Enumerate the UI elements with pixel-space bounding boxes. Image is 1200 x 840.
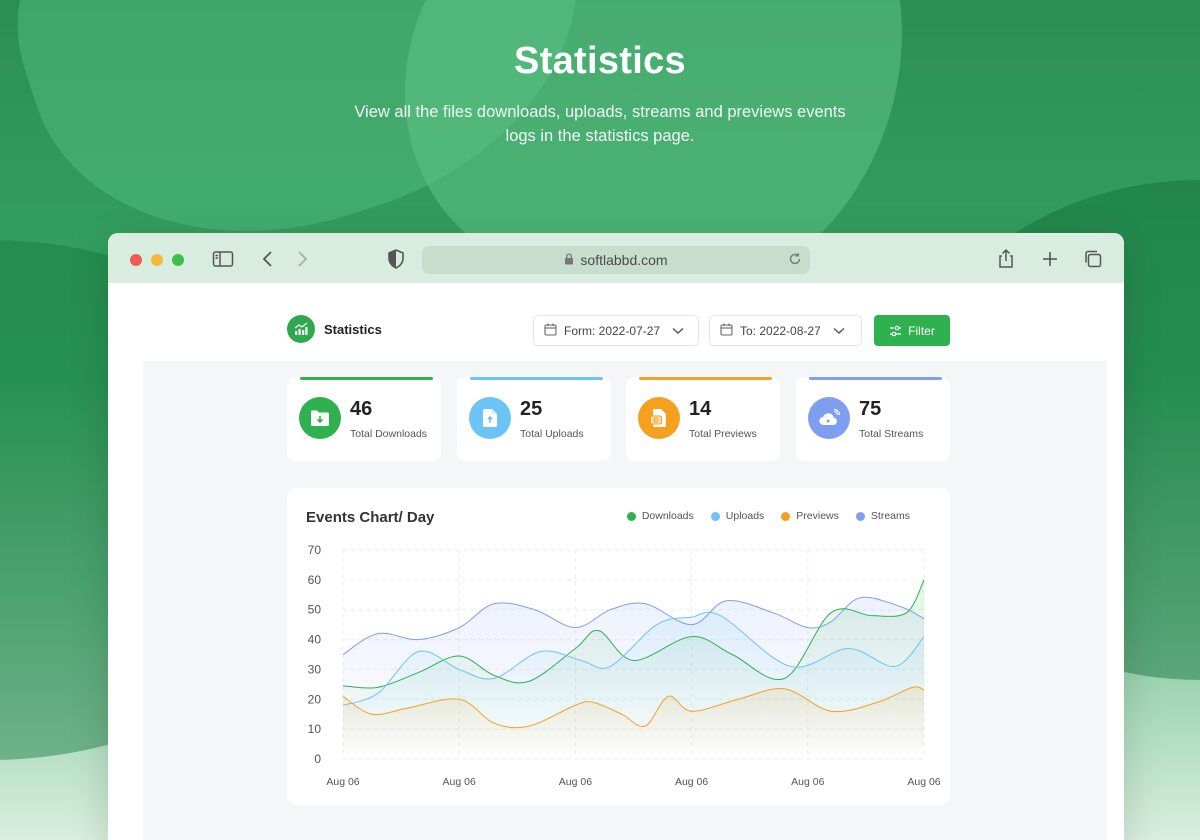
statistics-header: Statistics Form: 2022-07-27 To: 2022-08-…: [287, 315, 950, 347]
stat-card-uploads: 25 Total Uploads: [457, 377, 611, 461]
address-bar[interactable]: softlabbd.com: [422, 246, 810, 274]
calendar-icon: [544, 323, 557, 339]
shield-icon[interactable]: [384, 247, 408, 271]
y-tick-label: 20: [308, 692, 322, 706]
legend-swatch: [626, 511, 636, 521]
from-date-value: Form: 2022-07-27: [564, 323, 661, 338]
stats-cards: 46 Total Downloads 25 Total Uploads 14 T…: [287, 377, 950, 463]
x-tick-label: Aug 06: [326, 776, 359, 788]
hero-title: Statistics: [514, 40, 686, 82]
minimize-window-button[interactable]: [151, 254, 163, 266]
x-tick-label: Aug 06: [559, 776, 592, 788]
browser-toolbar: softlabbd.com: [108, 233, 1124, 283]
from-date-picker[interactable]: Form: 2022-07-27: [533, 315, 699, 346]
filter-button-label: Filter: [908, 323, 935, 338]
stat-label: Total Downloads: [350, 428, 428, 440]
to-date-value: To: 2022-08-27: [740, 323, 821, 338]
card-accent-bar: [300, 377, 433, 380]
legend-item-downloads[interactable]: Downloads: [626, 510, 694, 522]
stat-label: Total Previews: [689, 428, 757, 440]
share-icon[interactable]: [994, 247, 1018, 271]
x-tick-label: Aug 06: [907, 776, 940, 788]
browser-window: softlabbd.com Statistics Form: 2022-07-2…: [108, 233, 1124, 840]
forward-arrow-icon[interactable]: [290, 247, 314, 271]
legend-swatch: [781, 511, 791, 521]
y-tick-label: 70: [308, 543, 322, 557]
legend-item-streams[interactable]: Streams: [855, 510, 910, 522]
to-date-picker[interactable]: To: 2022-08-27: [709, 315, 862, 346]
chart-legend: Downloads Uploads Previews Streams: [610, 510, 910, 522]
legend-swatch: [855, 511, 865, 521]
x-tick-label: Aug 06: [443, 776, 476, 788]
chevron-down-icon: [672, 324, 684, 338]
events-chart-card: Events Chart/ Day Downloads Uploads Prev…: [287, 488, 950, 805]
stat-card-streams: 75 Total Streams: [796, 377, 950, 461]
legend-label: Downloads: [641, 510, 694, 522]
events-chart: 0 10 20 30 40 50 60 70 Aug 06 Aug 06 Aug 06 Aug 06 A…: [308, 543, 941, 788]
page-title: Statistics: [324, 322, 382, 337]
y-tick-label: 40: [308, 633, 322, 647]
legend-item-uploads[interactable]: Uploads: [710, 510, 765, 522]
back-arrow-icon[interactable]: [256, 247, 280, 271]
filter-button[interactable]: Filter: [874, 315, 950, 346]
tab-overview-icon[interactable]: [1081, 247, 1105, 271]
filter-sliders-icon: [890, 325, 902, 336]
sidebar-toggle-icon[interactable]: [211, 247, 235, 271]
legend-label: Uploads: [725, 510, 765, 522]
y-tick-label: 50: [308, 603, 322, 617]
reload-icon[interactable]: [788, 252, 802, 269]
y-tick-label: 30: [308, 662, 322, 676]
stat-label: Total Uploads: [520, 428, 584, 440]
stat-card-previews: 14 Total Previews: [626, 377, 780, 461]
url-text: softlabbd.com: [580, 252, 668, 268]
y-tick-label: 60: [308, 573, 322, 587]
stat-label: Total Streams: [859, 428, 924, 440]
y-tick-label: 0: [314, 752, 321, 766]
stat-value: 46: [350, 398, 373, 420]
maximize-window-button[interactable]: [172, 254, 184, 266]
cloud-stream-icon: [808, 397, 850, 439]
legend-swatch: [710, 511, 720, 521]
lock-icon: [564, 252, 574, 268]
page: Statistics Form: 2022-07-27 To: 2022-08-…: [108, 283, 1124, 840]
card-accent-bar: [809, 377, 942, 380]
file-upload-icon: [469, 397, 511, 439]
statistics-logo-icon: [287, 315, 315, 343]
card-accent-bar: [639, 377, 772, 380]
hero-subtitle: View all the files downloads, uploads, s…: [354, 103, 846, 145]
close-window-button[interactable]: [130, 254, 142, 266]
file-preview-icon: [638, 397, 680, 439]
x-tick-label: Aug 06: [675, 776, 708, 788]
folder-download-icon: [299, 397, 341, 439]
stat-value: 14: [689, 398, 712, 420]
y-tick-label: 10: [308, 722, 322, 736]
legend-item-previews[interactable]: Previews: [781, 510, 839, 522]
card-accent-bar: [470, 377, 603, 380]
chevron-down-icon: [833, 324, 845, 338]
x-tick-label: Aug 06: [791, 776, 824, 788]
stat-value: 75: [859, 398, 882, 420]
stat-card-downloads: 46 Total Downloads: [287, 377, 441, 461]
new-tab-icon[interactable]: [1038, 247, 1062, 271]
chart-title: Events Chart/ Day: [306, 509, 435, 526]
legend-label: Streams: [870, 510, 910, 522]
calendar-icon: [720, 323, 733, 339]
stat-value: 25: [520, 398, 543, 420]
legend-label: Previews: [796, 510, 839, 522]
